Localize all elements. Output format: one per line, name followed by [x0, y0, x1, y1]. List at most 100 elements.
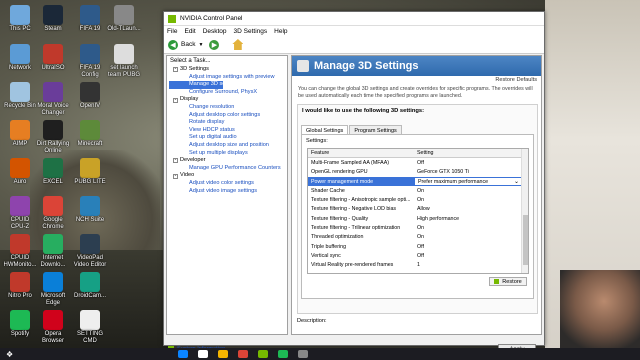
table-row[interactable]: Texture filtering - Quality High performa… [308, 214, 528, 223]
setting-value: On [417, 187, 425, 194]
chevron-down-icon[interactable]: ⌄ [514, 178, 519, 185]
table-row[interactable]: Shader Cache On [308, 186, 528, 195]
page-header: Manage 3D Settings [292, 56, 541, 76]
taskbar-app-icon[interactable] [238, 350, 249, 358]
menu-help[interactable]: Help [274, 28, 287, 35]
tree-category[interactable]: -3D Settings [169, 66, 287, 74]
title-bar[interactable]: NVIDIA Control Panel [164, 12, 544, 26]
feature-cell: Virtual Reality pre-rendered frames [311, 262, 394, 269]
desktop-icon[interactable]: EXCEL [33, 158, 73, 186]
table-row[interactable]: Vertical sync Off [308, 251, 528, 260]
tree-category[interactable]: - Display [169, 96, 287, 104]
desktop-icon[interactable]: UltraISO [33, 44, 73, 72]
desktop-icon[interactable]: Moral Voice Changer [33, 82, 73, 117]
desktop-icon[interactable]: Old-TLaun... [104, 5, 144, 33]
tree-item[interactable]: Set up multiple displays [169, 150, 287, 158]
setting-cell: On [414, 197, 522, 203]
tree-item[interactable]: Manage GPU Performance Counters [169, 165, 287, 173]
desktop-icon[interactable]: Internet Downlo... [33, 234, 73, 269]
setting-cell: GeForce GTX 1050 Ti [414, 169, 522, 175]
desktop-icon-label: Microsoft Edge [40, 293, 66, 306]
table-row[interactable]: Threaded optimization On [308, 233, 528, 242]
collapse-icon[interactable]: - [173, 173, 178, 179]
tree-item[interactable]: Adjust video color settings [169, 180, 287, 188]
desktop-icon[interactable]: Microsoft Edge [33, 272, 73, 307]
menu-3d-settings[interactable]: 3D Settings [234, 28, 268, 35]
tree-item[interactable]: Adjust desktop size and position [169, 142, 287, 150]
collapse-icon[interactable]: - [173, 158, 178, 164]
desktop-icon[interactable]: set launch team PUBG [104, 44, 144, 79]
setting-cell: High performance [414, 216, 522, 222]
table-row[interactable]: Texture filtering - Negative LOD bias All… [308, 205, 528, 214]
menu-edit[interactable]: Edit [184, 28, 195, 35]
desktop-icon-label: Old-TLaun... [107, 26, 141, 32]
home-icon[interactable] [232, 39, 244, 50]
window-title: NVIDIA Control Panel [180, 15, 243, 22]
tree-item[interactable]: Change resolution [169, 104, 287, 112]
setting-cell[interactable]: Prefer maximum performance ⌄ [414, 176, 522, 187]
tree-item[interactable]: Manage 3D settings [169, 81, 239, 89]
tree-item[interactable]: Adjust desktop color settings [169, 112, 287, 120]
desktop-icon[interactable]: Opera Browser [33, 310, 73, 345]
taskbar-app-icon[interactable] [258, 350, 269, 358]
taskbar-app-icon[interactable] [178, 350, 189, 358]
tree-item[interactable]: View HDCP status [169, 127, 287, 135]
scrollbar-thumb[interactable] [523, 215, 528, 265]
taskbar-app-icon[interactable] [198, 350, 209, 358]
description-label: Description: [297, 318, 327, 324]
desktop-icon[interactable]: OpenIV [70, 82, 110, 110]
desktop-icon[interactable]: Steam [33, 5, 73, 33]
table-row[interactable]: Power management mode Prefer maximum perf… [308, 176, 528, 187]
3d-settings-icon [297, 60, 309, 72]
grid-header: Feature Setting [308, 149, 528, 159]
tree-item[interactable]: Adjust image settings with preview [169, 74, 287, 82]
desktop-icon[interactable]: VideoPad Video Editor [70, 234, 110, 269]
desktop-icon[interactable]: SETTING CMD [70, 310, 110, 345]
setting-value: High performance [417, 215, 460, 222]
back-button[interactable]: ◀ Back ▼ [168, 39, 203, 50]
tree-item[interactable]: Set up digital audio [169, 134, 287, 142]
app-icon [43, 272, 63, 292]
taskbar-app-icon[interactable] [298, 350, 309, 358]
task-pane: Select a Task... -3D Settings Adjust imag… [166, 55, 288, 335]
tree-category[interactable]: - Video [169, 172, 287, 180]
app-icon [80, 310, 100, 330]
desktop-icon[interactable]: Google Chrome [33, 196, 73, 231]
desktop-icon-label: OpenIV [79, 103, 101, 109]
menu-desktop[interactable]: Desktop [203, 28, 227, 35]
collapse-icon[interactable]: - [173, 97, 178, 103]
tree-item[interactable]: Adjust video image settings [169, 188, 287, 196]
restore-defaults-link[interactable]: Restore Defaults [495, 77, 537, 83]
taskbar-apps [173, 350, 313, 358]
table-row[interactable]: Virtual Reality pre-rendered frames 1 [308, 261, 528, 270]
start-icon[interactable]: ❖ [6, 350, 13, 359]
tree-item[interactable]: Configure Surround, PhysX [169, 89, 287, 97]
table-row[interactable]: Multi-Frame Sampled AA (MFAA) Off [308, 158, 528, 167]
app-icon [10, 44, 30, 64]
table-row[interactable]: Triple buffering Off [308, 242, 528, 251]
app-icon [114, 5, 134, 25]
taskbar-app-icon[interactable] [218, 350, 229, 358]
desktop-icon[interactable]: Minecraft [70, 120, 110, 148]
restore-button[interactable]: Restore [489, 277, 527, 286]
desktop-icon[interactable]: NCH Suite [70, 196, 110, 224]
tree-category[interactable]: - Developer [169, 157, 287, 165]
app-icon [80, 196, 100, 216]
menu-file[interactable]: File [167, 28, 177, 35]
forward-arrow-icon: ▶ [209, 39, 220, 50]
forward-button[interactable]: ▶ [209, 39, 222, 50]
settings-question: I would like to use the following 3D set… [302, 108, 425, 114]
desktop-icon[interactable]: DroidCam... [70, 272, 110, 300]
app-icon [43, 44, 63, 64]
taskbar-app-icon[interactable] [278, 350, 289, 358]
table-row[interactable]: Texture filtering - Trilinear optimizati… [308, 223, 528, 232]
nvidia-logo-icon [168, 14, 176, 23]
table-row[interactable]: OpenGL rendering GPU GeForce GTX 1050 Ti [308, 168, 528, 177]
collapse-icon[interactable]: - [173, 67, 178, 73]
desktop-icon[interactable]: PUBG LITE [70, 158, 110, 186]
table-row[interactable]: Texture filtering - Anisotropic sample o… [308, 195, 528, 204]
tree-item[interactable]: Rotate display [169, 119, 287, 127]
grid-scrollbar[interactable] [521, 149, 528, 273]
desktop-icon[interactable]: Dirt Rallying Online [33, 120, 73, 155]
restore-button-label: Restore [502, 278, 522, 285]
